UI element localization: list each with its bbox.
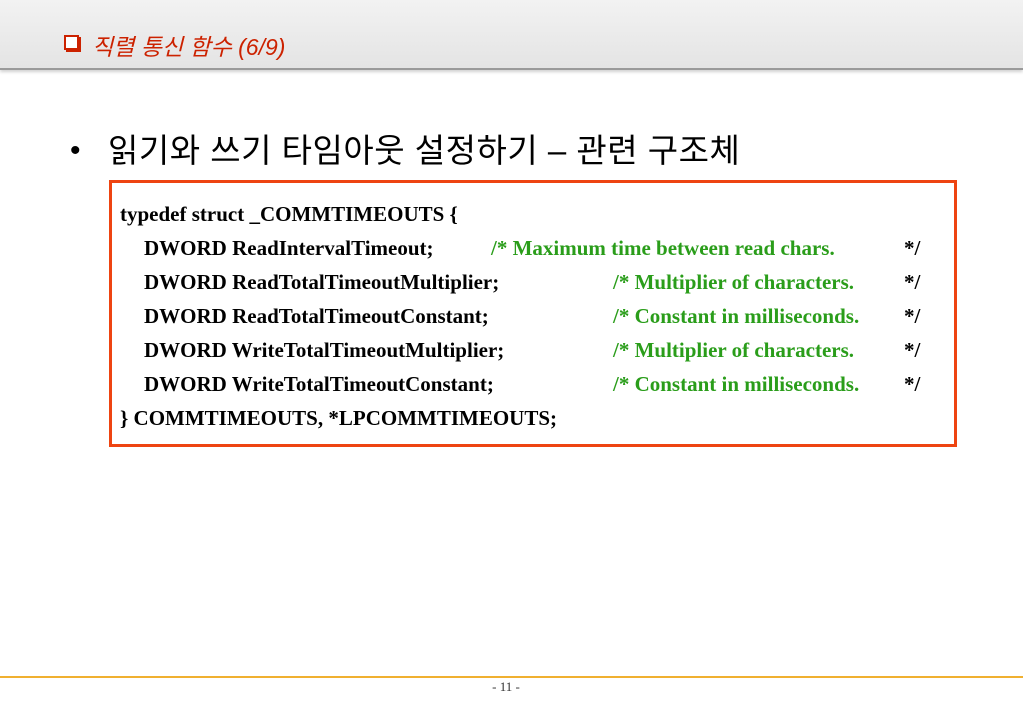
code-comment-end: */ (904, 304, 921, 328)
page-number: - 11 - (492, 679, 520, 694)
code-struct-open: typedef struct _COMMTIMEOUTS { (120, 202, 458, 226)
code-field-comment: /* Multiplier of characters. (613, 270, 855, 294)
code-field-comment: /* Constant in milliseconds. (613, 372, 860, 396)
code-field-comment: /* Multiplier of characters. (613, 338, 855, 362)
checkbox-bullet-icon (64, 35, 79, 50)
code-comment-end: */ (904, 338, 921, 362)
code-field-decl: DWORD ReadTotalTimeoutMultiplier; (144, 270, 500, 294)
code-field-decl: DWORD WriteTotalTimeoutConstant; (144, 372, 494, 396)
code-field-comment: /* Maximum time between read chars. (491, 236, 835, 260)
code-comment-end: */ (904, 236, 921, 260)
bullet-text: 읽기와 쓰기 타임아웃 설정하기 – 관련 구조체 (108, 132, 741, 169)
code-field-decl: DWORD WriteTotalTimeoutMultiplier; (144, 338, 505, 362)
footer-rule (0, 676, 1023, 678)
slide-title: 직렬 통신 함수 (6/9) (92, 34, 286, 60)
code-field-decl: DWORD ReadTotalTimeoutConstant; (144, 304, 489, 328)
code-comment-end: */ (904, 270, 921, 294)
code-field-decl: DWORD ReadIntervalTimeout; (144, 236, 434, 260)
bullet-icon: • (70, 134, 81, 167)
code-comment-end: */ (904, 372, 921, 396)
code-struct-close: } COMMTIMEOUTS, *LPCOMMTIMEOUTS; (120, 406, 558, 430)
code-field-comment: /* Constant in milliseconds. (613, 304, 860, 328)
